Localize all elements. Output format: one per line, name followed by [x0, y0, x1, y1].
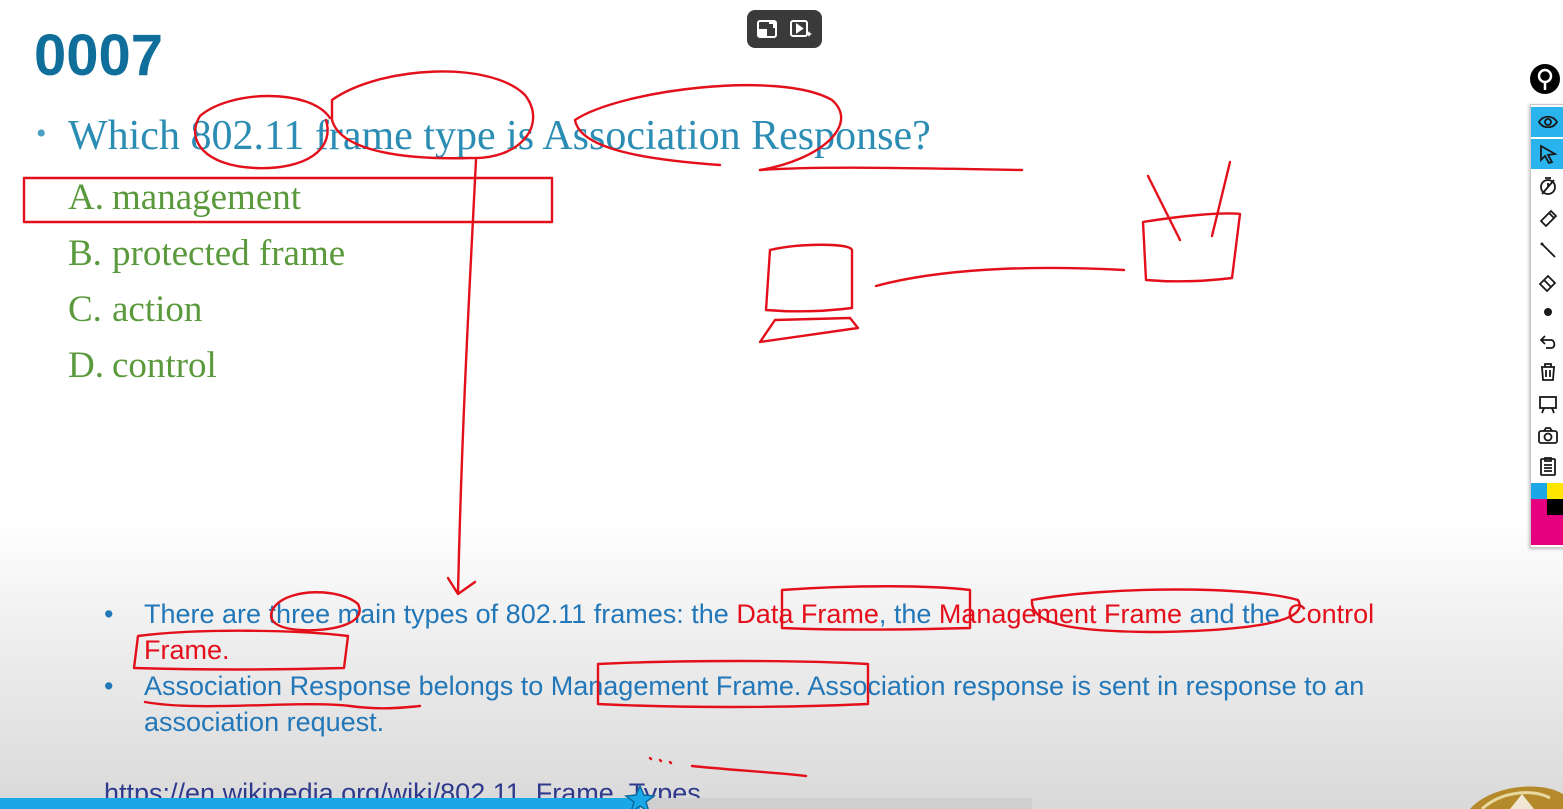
ink-antenna-left: [1146, 174, 1182, 242]
ink-antenna-right: [1210, 160, 1232, 238]
tool-pointer[interactable]: [1531, 139, 1563, 169]
color-swatch[interactable]: [1531, 515, 1547, 545]
whiteboard-icon: [1538, 396, 1557, 414]
video-effects-icon[interactable]: [789, 17, 813, 41]
color-swatch[interactable]: [1547, 499, 1563, 515]
channel-logo-icon: [1470, 786, 1563, 809]
ink-circle-management-frame: [1030, 588, 1301, 634]
ink-box-control-frame: [132, 629, 350, 671]
tool-undo[interactable]: [1531, 327, 1563, 357]
timer-icon: [1539, 177, 1556, 195]
ink-underline-association-response: [143, 700, 422, 710]
tool-dot-size[interactable]: [1531, 297, 1563, 327]
tool-highlighter[interactable]: [1531, 203, 1563, 233]
tool-eraser[interactable]: [1531, 267, 1563, 297]
ink-arrow-head: [446, 576, 477, 596]
video-overlay-controls: [747, 10, 822, 48]
ink-circle-80211: [194, 94, 332, 170]
ink-access-point-box: [1141, 212, 1242, 283]
dot-size-icon: [1543, 308, 1552, 316]
camera-icon: [1537, 427, 1558, 444]
ink-box-data-frame: [780, 585, 972, 631]
ink-circle-three: [269, 591, 361, 632]
clipboard-icon: [1539, 457, 1556, 476]
undo-icon: [1539, 335, 1555, 349]
ink-underline-bottom: [690, 764, 808, 778]
tool-whiteboard[interactable]: [1531, 389, 1563, 419]
ink-link-line: [874, 266, 1126, 288]
tool-clipboard[interactable]: [1531, 451, 1563, 481]
pin-toolbar-icon[interactable]: [1528, 62, 1562, 96]
pen-annotations: [22, 70, 1301, 778]
highlighter-icon: [1539, 209, 1557, 228]
color-swatch[interactable]: [1547, 515, 1563, 545]
eye-icon: [1537, 115, 1558, 129]
tool-trash[interactable]: [1531, 357, 1563, 387]
ink-dots: [648, 756, 673, 765]
progress-handle-star-icon[interactable]: [622, 784, 658, 809]
tool-camera[interactable]: [1531, 421, 1563, 451]
ink-circle-frame-type: [330, 70, 535, 160]
pen-icon: [1539, 242, 1556, 258]
ink-circle-association: [573, 83, 843, 172]
ink-underline-response: [758, 166, 1024, 172]
slide: 0007 • Which 802.11 frame type is Associa…: [0, 0, 1563, 809]
ink-arrow-line: [456, 158, 478, 594]
pointer-icon: [1539, 144, 1558, 165]
annotation-toolbar: [1530, 104, 1563, 548]
eraser-icon: [1538, 274, 1556, 293]
exit-pip-icon[interactable]: [755, 17, 779, 41]
ink-laptop-base: [758, 316, 860, 344]
video-progress-fill: [0, 798, 640, 809]
ink-box-management-frame-2: [596, 659, 870, 709]
trash-icon: [1540, 363, 1555, 381]
tool-timer[interactable]: [1531, 171, 1563, 201]
tool-eye[interactable]: [1531, 107, 1563, 137]
color-swatch[interactable]: [1531, 499, 1547, 515]
tool-pen[interactable]: [1531, 235, 1563, 265]
color-swatch[interactable]: [1547, 483, 1563, 499]
color-swatch[interactable]: [1531, 483, 1547, 499]
ink-laptop-screen: [764, 243, 854, 313]
